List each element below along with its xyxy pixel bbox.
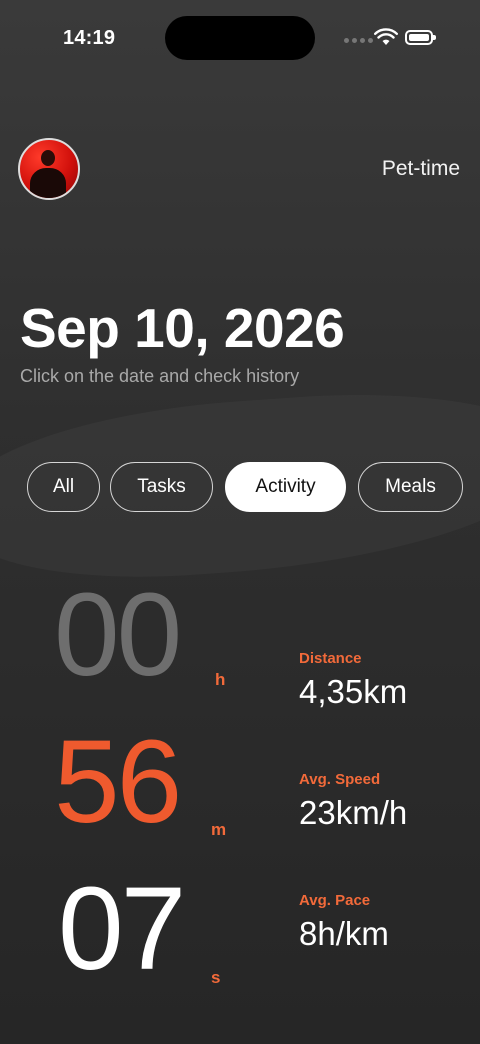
- tab-all[interactable]: All: [27, 462, 100, 512]
- timer-seconds-unit: s: [211, 968, 221, 987]
- timer-minutes-unit: m: [211, 820, 227, 839]
- avatar[interactable]: [18, 138, 80, 200]
- stat-speed-label: Avg. Speed: [299, 771, 381, 788]
- stat-distance-value: 4,35km: [299, 673, 408, 710]
- cellular-signal-icon: [344, 38, 373, 43]
- date-title[interactable]: Sep 10, 2026: [20, 296, 345, 360]
- status-bar: 14:19: [0, 0, 480, 80]
- stat-distance-label: Distance: [299, 650, 362, 667]
- tab-meals[interactable]: Meals: [358, 462, 463, 512]
- tab-activity[interactable]: Activity: [225, 462, 346, 512]
- timer-seconds: 07: [58, 863, 186, 995]
- timer-hours-unit: h: [215, 670, 226, 689]
- timer-minutes: 56: [54, 716, 182, 848]
- dynamic-island: [165, 16, 315, 60]
- app-title: Pet-time: [381, 157, 460, 180]
- battery-icon: [405, 30, 436, 45]
- stat-speed-value: 23km/h: [299, 794, 408, 831]
- stat-pace-label: Avg. Pace: [299, 892, 371, 909]
- status-time: 14:19: [63, 27, 116, 49]
- timer-hours: 00: [54, 569, 182, 701]
- wifi-icon: [374, 28, 398, 51]
- stat-pace-value: 8h/km: [299, 915, 389, 952]
- tab-tasks[interactable]: Tasks: [110, 462, 213, 512]
- date-hint: Click on the date and check history: [20, 366, 300, 386]
